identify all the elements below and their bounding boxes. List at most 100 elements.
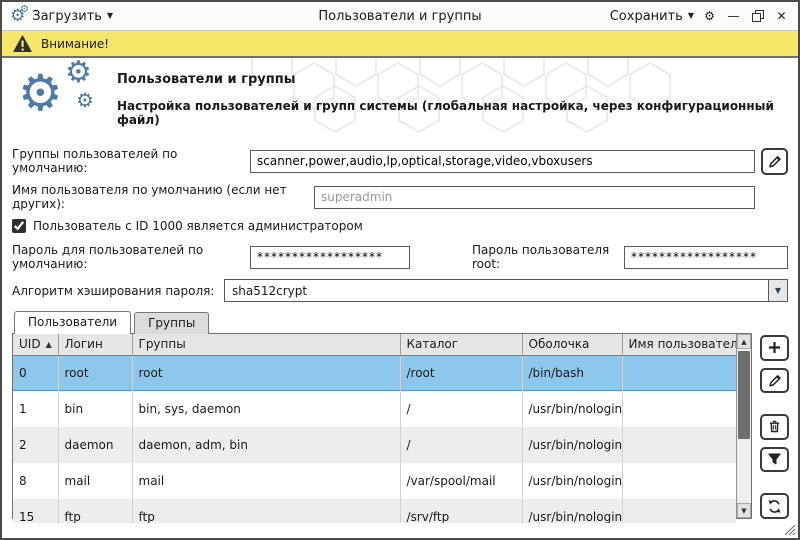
gear-icon: ⚙ — [704, 10, 715, 22]
warning-text: Внимание! — [41, 37, 109, 51]
table-row[interactable]: 1 bin bin, sys, daemon / /usr/bin/nologi… — [13, 391, 736, 427]
titlebar-right: Сохранить ▼ ⚙ — ✕ — [600, 8, 790, 24]
sort-asc-icon: ▲ — [46, 340, 52, 349]
column-header-groups[interactable]: Группы — [132, 334, 400, 355]
hash-algorithm-value: sha512crypt — [225, 284, 768, 298]
cell-directory[interactable]: /root — [400, 355, 522, 391]
pencil-icon — [767, 373, 782, 388]
settings-gear-button[interactable]: ⚙ — [701, 8, 718, 24]
edit-groups-button[interactable] — [761, 148, 788, 175]
minimize-icon: — — [728, 10, 740, 22]
titlebar-left: ⚙⚙ Загрузить ▼ — [10, 8, 200, 25]
admin-id1000-checkbox[interactable] — [12, 219, 26, 233]
cell-shell[interactable]: /usr/bin/nologin — [522, 391, 622, 427]
scroll-up-button[interactable]: ▲ — [737, 334, 751, 349]
load-label: Загрузить — [32, 9, 102, 24]
filter-funnel-icon — [767, 452, 782, 467]
cell-groups[interactable]: mail — [132, 463, 400, 499]
column-header-directory[interactable]: Каталог — [400, 334, 522, 355]
vertical-scrollbar[interactable]: ▲ ▼ — [736, 334, 751, 518]
users-table-container: UID▲ Логин Группы Каталог Оболочка Имя п… — [12, 333, 752, 519]
title-bar: ⚙⚙ Загрузить ▼ Пользователи и группы Сох… — [2, 2, 798, 31]
close-button[interactable]: ✕ — [773, 8, 790, 24]
cell-shell[interactable]: /usr/bin/nologin — [522, 463, 622, 499]
cell-groups[interactable]: root — [132, 355, 400, 391]
scroll-up-icon: ▲ — [741, 338, 746, 346]
hash-algorithm-row: Алгоритм хэширования пароля: sha512crypt… — [2, 279, 798, 302]
save-label: Сохранить — [610, 9, 683, 24]
scrollbar-thumb[interactable] — [738, 351, 750, 439]
page-title: Пользователи и группы — [117, 72, 788, 87]
column-header-fullname[interactable]: Имя пользователя — [622, 334, 736, 355]
cell-shell[interactable]: /bin/bash — [522, 355, 622, 391]
cell-fullname[interactable] — [622, 355, 736, 391]
cell-fullname[interactable] — [622, 463, 736, 499]
scroll-down-icon: ▼ — [741, 507, 746, 515]
scrollbar-track[interactable] — [737, 441, 751, 503]
resize-grip[interactable] — [785, 525, 796, 536]
filter-users-button[interactable] — [760, 447, 789, 473]
tab-groups[interactable]: Группы — [134, 312, 209, 334]
default-password-label: Пароль для пользователей по умолчанию: — [12, 243, 250, 271]
load-menu-button[interactable]: Загрузить ▼ — [32, 9, 113, 24]
default-username-row: Имя пользователя по умолчанию (если нет … — [2, 183, 798, 211]
scroll-down-button[interactable]: ▼ — [737, 503, 751, 518]
cell-login[interactable]: root — [58, 355, 132, 391]
cell-directory[interactable]: /var/spool/mail — [400, 463, 522, 499]
admin-checkbox-row: Пользователь с ID 1000 является админист… — [2, 219, 798, 233]
users-table-scroll: UID▲ Логин Группы Каталог Оболочка Имя п… — [13, 334, 736, 518]
warning-triangle-icon — [12, 34, 33, 53]
cell-login[interactable]: daemon — [58, 427, 132, 463]
status-bar — [2, 523, 798, 538]
chevron-down-icon: ▼ — [107, 12, 113, 20]
column-header-login[interactable]: Логин — [58, 334, 132, 355]
table-row[interactable]: 2 daemon daemon, adm, bin / /usr/bin/nol… — [13, 427, 736, 463]
cell-uid[interactable]: 2 — [13, 427, 58, 463]
maximize-icon — [752, 10, 764, 22]
cell-fullname[interactable] — [622, 391, 736, 427]
cell-groups[interactable]: daemon, adm, bin — [132, 427, 400, 463]
plus-icon — [767, 340, 782, 355]
cell-uid[interactable]: 0 — [13, 355, 58, 391]
table-row[interactable]: 0 root root /root /bin/bash — [13, 355, 736, 391]
app-gears-icon: ⚙⚙ — [10, 8, 25, 25]
table-row[interactable]: 8 mail mail /var/spool/mail /usr/bin/nol… — [13, 463, 736, 499]
cell-directory[interactable]: / — [400, 391, 522, 427]
add-user-button[interactable] — [760, 335, 789, 361]
default-password-input[interactable] — [250, 246, 410, 269]
hash-algorithm-select[interactable]: sha512crypt ▼ — [224, 279, 788, 302]
window-title: Пользователи и группы — [200, 9, 600, 24]
save-menu-button[interactable]: Сохранить ▼ — [610, 9, 694, 24]
users-table: UID▲ Логин Группы Каталог Оболочка Имя п… — [13, 334, 736, 535]
cell-login[interactable]: mail — [58, 463, 132, 499]
column-header-uid[interactable]: UID▲ — [13, 334, 58, 355]
minimize-button[interactable]: — — [725, 8, 742, 24]
chevron-down-icon: ▼ — [768, 280, 787, 301]
delete-user-button[interactable] — [760, 414, 789, 440]
edit-user-button[interactable] — [760, 368, 789, 394]
root-password-label: Пароль пользователя root: — [472, 243, 614, 271]
cell-login[interactable]: bin — [58, 391, 132, 427]
tab-users[interactable]: Пользователи — [14, 311, 131, 334]
tab-bar: Пользователи Группы — [2, 310, 798, 333]
cell-uid[interactable]: 8 — [13, 463, 58, 499]
maximize-button[interactable] — [749, 8, 766, 24]
refresh-button[interactable] — [760, 493, 789, 519]
cell-fullname[interactable] — [622, 427, 736, 463]
users-groups-gears-icon: ⚙ ⚙ ⚙ — [18, 64, 113, 136]
button-group-gap — [760, 479, 790, 486]
pencil-icon — [767, 154, 782, 169]
cell-uid[interactable]: 1 — [13, 391, 58, 427]
trash-icon — [767, 419, 782, 434]
refresh-icon — [767, 499, 782, 514]
cell-shell[interactable]: /usr/bin/nologin — [522, 427, 622, 463]
root-password-input[interactable] — [624, 246, 788, 269]
page-header: ⚙ ⚙ ⚙ Пользователи и группы Настройка по… — [2, 58, 798, 138]
default-groups-input[interactable] — [250, 150, 755, 173]
page-subtitle: Настройка пользователей и групп системы … — [117, 99, 788, 127]
default-username-input[interactable] — [314, 186, 755, 209]
header-text: Пользователи и группы Настройка пользова… — [117, 72, 788, 127]
column-header-shell[interactable]: Оболочка — [522, 334, 622, 355]
cell-groups[interactable]: bin, sys, daemon — [132, 391, 400, 427]
cell-directory[interactable]: / — [400, 427, 522, 463]
